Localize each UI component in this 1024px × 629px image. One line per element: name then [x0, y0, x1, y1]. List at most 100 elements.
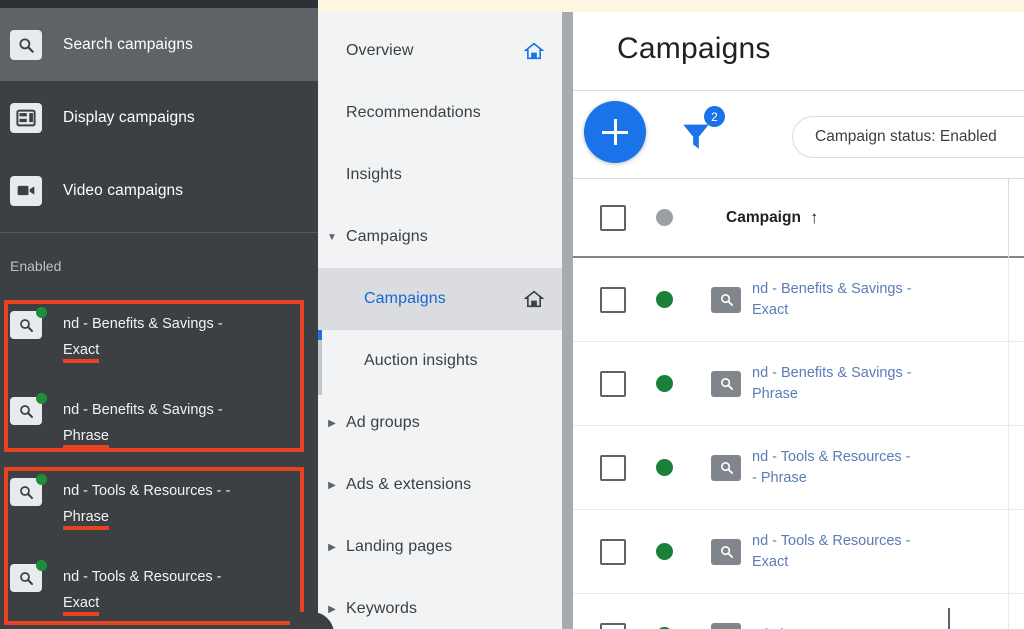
sidebar-item-display-campaigns[interactable]: Display campaigns — [0, 81, 318, 154]
search-icon — [711, 286, 741, 313]
left-navigation-panel: Overview Recommendations Insights ▼ Camp… — [318, 12, 563, 629]
nav-item-label: Keywords — [346, 600, 418, 617]
sidebar-item-video-campaigns[interactable]: Video campaigns — [0, 154, 318, 227]
table-row[interactable]: nd - Benefits & Savings - Exact — [573, 258, 1024, 342]
nav-item-label: Ad groups — [346, 414, 420, 431]
add-campaign-button[interactable] — [584, 101, 646, 163]
table-row[interactable]: nd - Benefits & Savings - Phrase — [573, 342, 1024, 426]
chevron-right-icon[interactable]: ▶ — [318, 480, 346, 491]
nav-item-auction-insights[interactable]: Auction insights — [318, 330, 563, 392]
campaign-name-line-1: nd - Tools & — [752, 448, 829, 465]
campaign-name-link[interactable]: nd - Tools & Resources - - Phrase — [752, 447, 912, 489]
nav-item-overview[interactable]: Overview — [318, 20, 563, 82]
campaign-name-link[interactable]: nd - Benefits & Savings - Exact — [752, 279, 912, 321]
sidebar-top-strip — [0, 0, 318, 8]
sidebar-campaign-benefits-savings-phrase[interactable]: nd - Benefits & Savings - Phrase — [0, 389, 318, 453]
google-ads-campaigns-screen: Search campaigns Display campaigns Video… — [0, 0, 1024, 629]
campaign-name-link[interactable]: nd - Tools & Resources - Exact — [752, 531, 912, 573]
campaign-icon-wrap — [10, 474, 47, 506]
status-column-icon — [656, 209, 673, 226]
table-header-row: Campaign ↑ — [573, 179, 1024, 258]
nav-item-recommendations[interactable]: Recommendations — [318, 82, 563, 144]
home-icon — [523, 40, 545, 62]
campaign-cell: nd - Benefits & Savings - Exact — [711, 279, 912, 321]
top-cream-bar — [318, 0, 1024, 12]
filter-chip-label: Campaign status: Enabled — [815, 128, 997, 145]
campaign-icon-wrap — [10, 393, 47, 425]
nav-item-campaigns-group[interactable]: ▼ Campaigns — [318, 206, 563, 268]
nav-item-ads-extensions[interactable]: ▶ Ads & extensions — [318, 454, 563, 516]
table-row[interactable]: nd - \ — [573, 594, 1024, 629]
row-checkbox[interactable] — [600, 622, 626, 629]
campaign-name-line-1: nd - Benefits & — [752, 280, 848, 297]
status-badge — [656, 291, 673, 308]
campaign-status-filter-chip[interactable]: Campaign status: Enabled — [792, 116, 1024, 158]
chevron-down-icon[interactable]: ▼ — [318, 232, 346, 243]
status-badge — [656, 375, 673, 392]
main-content: Campaigns 2 Campaign status: Enabled Cam… — [573, 12, 1024, 629]
filter-button[interactable]: 2 — [674, 106, 725, 157]
campaign-line-1: nd - Benefits & Savings - — [63, 316, 223, 332]
search-icon — [711, 538, 741, 565]
campaign-name-link[interactable]: nd - Benefits & Savings - Phrase — [752, 363, 912, 405]
column-separator — [1008, 426, 1009, 509]
plus-icon-vertical — [613, 119, 617, 145]
campaign-line-2: Exact — [63, 595, 100, 616]
status-dot — [36, 307, 47, 318]
status-dot — [36, 560, 47, 571]
nav-vertical-scrollbar[interactable] — [562, 12, 573, 629]
chevron-right-icon[interactable]: ▶ — [318, 418, 346, 429]
home-icon — [523, 288, 545, 310]
sidebar-item-search-campaigns[interactable]: Search campaigns — [0, 8, 318, 81]
column-header-label: Campaign — [726, 208, 801, 226]
text-cursor — [948, 608, 950, 629]
campaign-line-1: nd - Tools & Resources - — [63, 569, 222, 585]
status-badge — [656, 543, 673, 560]
table-row[interactable]: nd - Tools & Resources - - Phrase — [573, 426, 1024, 510]
column-separator — [1008, 258, 1009, 341]
column-header-campaign[interactable]: Campaign ↑ — [726, 208, 818, 228]
row-checkbox[interactable] — [600, 454, 626, 481]
row-checkbox[interactable] — [600, 370, 626, 397]
campaign-icon-wrap — [10, 560, 47, 592]
nav-item-insights[interactable]: Insights — [318, 144, 563, 206]
title-divider — [573, 90, 1024, 91]
select-all-checkbox[interactable] — [600, 204, 626, 231]
nav-item-label: Landing pages — [346, 538, 453, 555]
row-checkbox[interactable] — [600, 538, 626, 565]
status-badge — [656, 459, 673, 476]
filter-count-badge: 2 — [704, 106, 725, 127]
column-separator — [1008, 179, 1009, 258]
search-icon — [711, 370, 741, 397]
sidebar-campaign-tools-resources-exact[interactable]: nd - Tools & Resources - Exact — [0, 556, 318, 620]
nav-item-campaigns[interactable]: Campaigns — [318, 268, 563, 330]
sidebar-item-label: Display campaigns — [63, 108, 195, 126]
chevron-right-icon[interactable]: ▶ — [318, 542, 346, 553]
sidebar-campaign-tools-resources-phrase[interactable]: nd - Tools & Resources - - Phrase — [0, 470, 318, 534]
page-title: Campaigns — [617, 32, 771, 65]
sidebar-campaign-benefits-savings-exact[interactable]: nd - Benefits & Savings - Exact — [0, 303, 318, 367]
nav-item-landing-pages[interactable]: ▶ Landing pages — [318, 516, 563, 578]
chevron-right-icon[interactable]: ▶ — [318, 604, 346, 615]
sidebar-campaign-label: nd - Benefits & Savings - Phrase — [63, 397, 223, 449]
nav-item-ad-groups[interactable]: ▶ Ad groups — [318, 392, 563, 454]
nav-item-label: Campaigns — [346, 228, 428, 245]
campaign-line-1: nd - Tools & Resources - - — [63, 483, 231, 499]
campaign-type-sidebar: Search campaigns Display campaigns Video… — [0, 0, 318, 629]
campaign-name-line-1: nd - Tools & — [752, 532, 829, 549]
campaigns-table: Campaign ↑ nd - Benefits & Savings - Exa… — [573, 179, 1024, 629]
nav-item-label: Overview — [346, 42, 414, 59]
sort-ascending-icon[interactable]: ↑ — [810, 208, 819, 228]
sidebar-campaign-label: nd - Tools & Resources - - Phrase — [63, 478, 230, 530]
campaign-cell: nd - \ — [711, 622, 785, 629]
scrollbar-thumb[interactable] — [562, 12, 573, 629]
nav-item-label: Auction insights — [364, 352, 478, 369]
table-row[interactable]: nd - Tools & Resources - Exact — [573, 510, 1024, 594]
campaign-cell: nd - Tools & Resources - Exact — [711, 531, 912, 573]
nav-item-keywords[interactable]: ▶ Keywords — [318, 578, 563, 629]
campaign-name-line-1: nd - Benefits & — [752, 364, 848, 381]
row-checkbox[interactable] — [600, 286, 626, 313]
display-icon — [10, 102, 42, 133]
column-separator — [1008, 342, 1009, 425]
campaign-name-link[interactable]: nd - \ — [752, 625, 785, 629]
